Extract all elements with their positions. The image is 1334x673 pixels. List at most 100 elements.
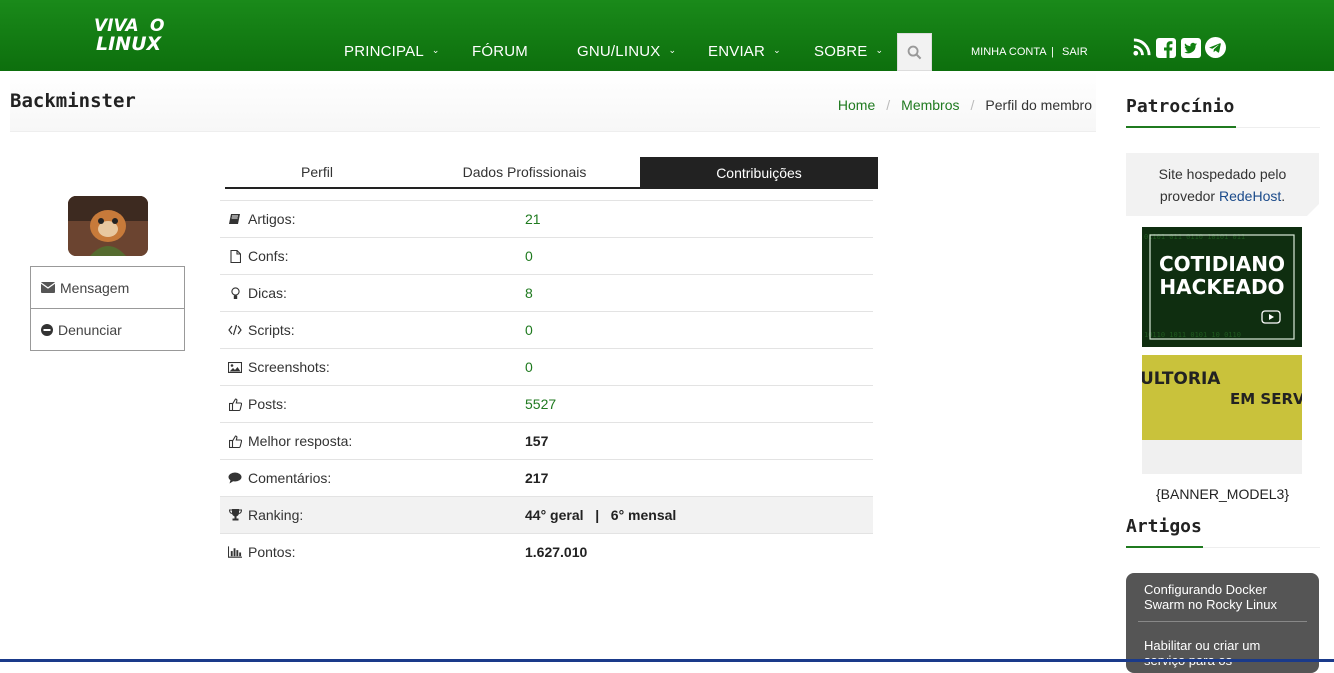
logout-link[interactable]: SAIR (1062, 46, 1088, 58)
report-button[interactable]: Denunciar (30, 308, 185, 351)
stat-value-link[interactable]: 0 (525, 248, 533, 264)
table-row: Posts: 5527 (220, 385, 873, 422)
redehost-link[interactable]: RedeHost (1219, 188, 1281, 204)
svg-text:01101 011 0110 10101 011: 01101 011 0110 10101 011 (1144, 233, 1245, 241)
search-button[interactable] (897, 33, 932, 71)
search-icon (907, 45, 922, 59)
sponsor-text: provedor (1159, 188, 1216, 204)
file-icon (228, 249, 242, 263)
tab-perfil[interactable]: Perfil (225, 157, 409, 187)
contributions-table: Artigos: 21 Confs: 0 Dicas: 8 Scripts: 0… (220, 200, 873, 570)
table-row: Confs: 0 (220, 237, 873, 274)
avatar (68, 196, 148, 256)
heading-underline (1126, 126, 1236, 128)
stat-label: Scripts: (248, 322, 295, 338)
nav-forum[interactable]: FÓRUM (472, 43, 528, 60)
table-row: Comentários: 217 (220, 459, 873, 496)
chevron-down-icon: ⌄ (668, 45, 677, 55)
thumbs-up-icon (228, 397, 242, 411)
stat-label: Dicas: (248, 285, 287, 301)
envelope-icon (41, 282, 55, 293)
list-item[interactable]: Habilitar ou criar um serviço para os (1144, 638, 1301, 668)
lightbulb-icon (228, 286, 242, 300)
banner-placeholder: {BANNER_MODEL3} (1155, 486, 1290, 502)
breadcrumb-current: Perfil do membro (985, 97, 1092, 113)
stat-label: Ranking: (248, 507, 304, 523)
rss-icon[interactable] (1131, 37, 1152, 58)
table-row: Artigos: 21 (220, 200, 873, 237)
list-item[interactable]: Configurando Docker Swarm no Rocky Linux (1144, 582, 1301, 612)
twitter-icon[interactable] (1180, 37, 1201, 58)
minus-circle-icon (41, 323, 53, 336)
chevron-down-icon: ⌄ (431, 45, 440, 55)
site-logo[interactable]: VIVA O LINUX (92, 14, 182, 54)
tab-dados-profissionais[interactable]: Dados Profissionais (409, 157, 640, 187)
table-row: Ranking: 44° geral | 6° mensal (220, 496, 873, 533)
articles-list: Configurando Docker Swarm no Rocky Linux… (1126, 573, 1319, 673)
svg-text:10110 1011 0101 10 0110: 10110 1011 0101 10 0110 (1144, 331, 1241, 339)
telegram-icon[interactable] (1205, 37, 1226, 58)
nav-principal[interactable]: PRINCIPAL ⌄ (344, 43, 440, 60)
message-button-label: Mensagem (60, 279, 130, 296)
stat-label: Artigos: (248, 211, 296, 227)
page-header: Backminster Home / Membros / Perfil do membr… (10, 72, 1096, 132)
stat-value: 1.627.010 (525, 544, 588, 560)
stat-label: Melhor resposta: (248, 433, 353, 449)
corner-fold (1307, 204, 1319, 216)
nav-sobre[interactable]: SOBRE ⌄ (814, 43, 883, 60)
table-row: Melhor resposta: 157 (220, 422, 873, 459)
stat-value-link[interactable]: 8 (525, 285, 533, 301)
facebook-icon[interactable] (1155, 37, 1176, 58)
chevron-down-icon: ⌄ (875, 45, 884, 55)
breadcrumb-separator: / (970, 97, 975, 113)
comment-icon (228, 472, 242, 484)
banner-consultoria[interactable]: ULTORIA EM SERVI (1142, 355, 1302, 440)
stat-value-link[interactable]: 21 (525, 211, 541, 227)
banner-spacer (1142, 440, 1302, 474)
nav-gnu-linux[interactable]: GNU/LINUX ⌄ (577, 43, 676, 60)
stat-value: 217 (525, 470, 549, 486)
stat-value-link[interactable]: 0 (525, 322, 533, 338)
banner-cotidiano-hackeado[interactable]: 01101 011 0110 10101 011 10110 1011 0101… (1142, 227, 1302, 347)
breadcrumb-membros[interactable]: Membros (901, 97, 959, 113)
profile-tabs: Perfil Dados Profissionais Contribuições (225, 157, 878, 189)
articles-heading: Artigos (1126, 516, 1202, 537)
stat-label: Pontos: (248, 544, 296, 560)
code-icon (228, 324, 242, 336)
stat-label: Confs: (248, 248, 289, 264)
page-title: Backminster (10, 90, 136, 112)
tab-contribuicoes[interactable]: Contribuições (640, 157, 878, 188)
stat-label: Posts: (248, 396, 287, 412)
breadcrumb: Home / Membros / Perfil do membro (838, 97, 1092, 113)
message-button[interactable]: Mensagem (30, 266, 185, 309)
table-row: Pontos: 1.627.010 (220, 533, 873, 570)
svg-text:LINUX: LINUX (96, 33, 163, 54)
my-account-link[interactable]: MINHA CONTA (971, 46, 1047, 58)
book-icon (228, 213, 242, 225)
table-row: Screenshots: 0 (220, 348, 873, 385)
stat-label: Comentários: (248, 470, 332, 486)
account-separator: | (1051, 46, 1054, 58)
bar-chart-icon (228, 546, 242, 558)
sponsor-text: Site hospedado pelo (1158, 166, 1287, 182)
nav-enviar[interactable]: ENVIAR ⌄ (708, 43, 781, 60)
chevron-down-icon: ⌄ (773, 45, 781, 55)
svg-text:COTIDIANO: COTIDIANO (1159, 252, 1285, 276)
stat-value-link[interactable]: 5527 (525, 396, 556, 412)
stat-value-link[interactable]: 0 (525, 359, 533, 375)
trophy-icon (228, 509, 242, 521)
stat-label: Screenshots: (248, 359, 330, 375)
sponsor-text-end: . (1281, 188, 1286, 204)
svg-text:HACKEADO: HACKEADO (1159, 275, 1284, 299)
image-icon (228, 361, 242, 373)
stat-value: 157 (525, 433, 549, 449)
sponsor-box: Site hospedado pelo provedor RedeHost. (1126, 153, 1319, 216)
svg-text:EM SERVI: EM SERVI (1230, 390, 1302, 408)
table-row: Dicas: 8 (220, 274, 873, 311)
report-button-label: Denunciar (58, 321, 122, 338)
heading-underline (1126, 546, 1203, 548)
breadcrumb-separator: / (886, 97, 891, 113)
divider (1138, 621, 1307, 622)
top-navbar: VIVA O LINUX PRINCIPAL ⌄ FÓRUM GNU/LINUX ⌄… (0, 0, 1334, 71)
breadcrumb-home[interactable]: Home (838, 97, 875, 113)
